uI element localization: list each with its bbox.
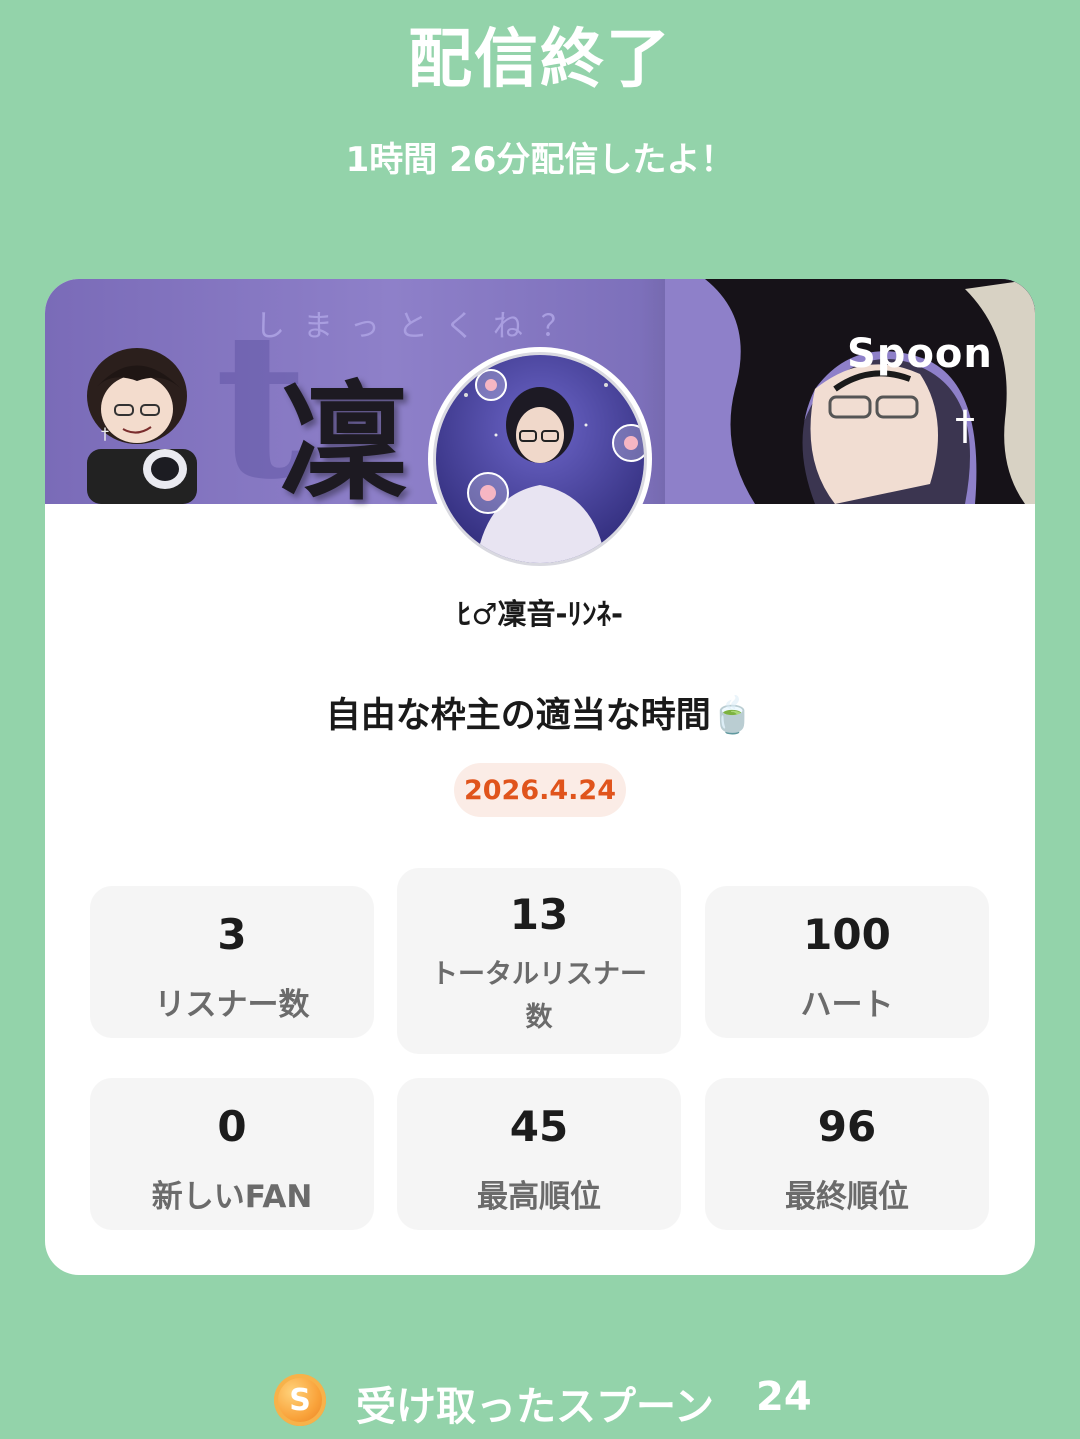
stat-new-fans: 0 新しいFAN bbox=[90, 1078, 374, 1230]
username[interactable]: ﾋ♂凜音-ﾘﾝﾈ- bbox=[45, 591, 1035, 633]
stat-total-listeners: 13 トータルリスナー数 bbox=[397, 868, 681, 1054]
stat-value: 100 bbox=[803, 910, 891, 959]
chibi-character-illustration: † bbox=[87, 348, 197, 504]
stat-value: 96 bbox=[817, 1102, 877, 1151]
svg-text:†: † bbox=[101, 424, 109, 443]
received-spoons-label: 受け取ったスプーン bbox=[356, 1384, 714, 1430]
stat-hearts: 100 ハート bbox=[705, 886, 989, 1038]
page-title: 配信終了 bbox=[408, 23, 672, 97]
received-spoons: S 受け取ったスプーン 24 bbox=[0, 1370, 1080, 1430]
stat-label: 最終順位 bbox=[785, 1179, 909, 1215]
stat-listeners: 3 リスナー数 bbox=[90, 886, 374, 1038]
received-spoons-count: 24 bbox=[756, 1374, 812, 1420]
stat-value: 45 bbox=[509, 1102, 569, 1151]
spoon-logo: Spoon bbox=[847, 331, 993, 377]
svg-text:†: † bbox=[955, 403, 975, 449]
stat-label: 新しいFAN bbox=[151, 1179, 313, 1215]
stat-value: 3 bbox=[217, 910, 247, 959]
stat-highest-rank: 45 最高順位 bbox=[397, 1078, 681, 1230]
stat-final-rank: 96 最終順位 bbox=[705, 1078, 989, 1230]
stat-value: 0 bbox=[217, 1102, 247, 1151]
avatar-image bbox=[436, 355, 644, 563]
spoon-coin-icon: S bbox=[274, 1374, 326, 1426]
banner-kanji: 凜 bbox=[280, 368, 409, 518]
broadcast-summary-card: t しまっとくね？ † 凜 † Spoon ﾋ♂凜音-ﾘﾝﾈ- 自由な枠主の適当… bbox=[45, 279, 1035, 1275]
date-badge: 2026.4.24 bbox=[454, 763, 626, 817]
stream-title: 自由な枠主の適当な時間🍵 bbox=[325, 696, 755, 736]
stat-label: トータルリスナー数 bbox=[431, 959, 647, 1033]
stat-label: ハート bbox=[800, 987, 894, 1023]
stat-value: 13 bbox=[509, 890, 569, 939]
anime-character-illustration: † bbox=[665, 279, 1035, 504]
broadcast-duration: 1時間 26分配信したよ！ bbox=[345, 140, 735, 180]
stat-label: 最高順位 bbox=[477, 1179, 601, 1215]
avatar[interactable] bbox=[428, 347, 652, 571]
stat-label: リスナー数 bbox=[154, 987, 310, 1023]
